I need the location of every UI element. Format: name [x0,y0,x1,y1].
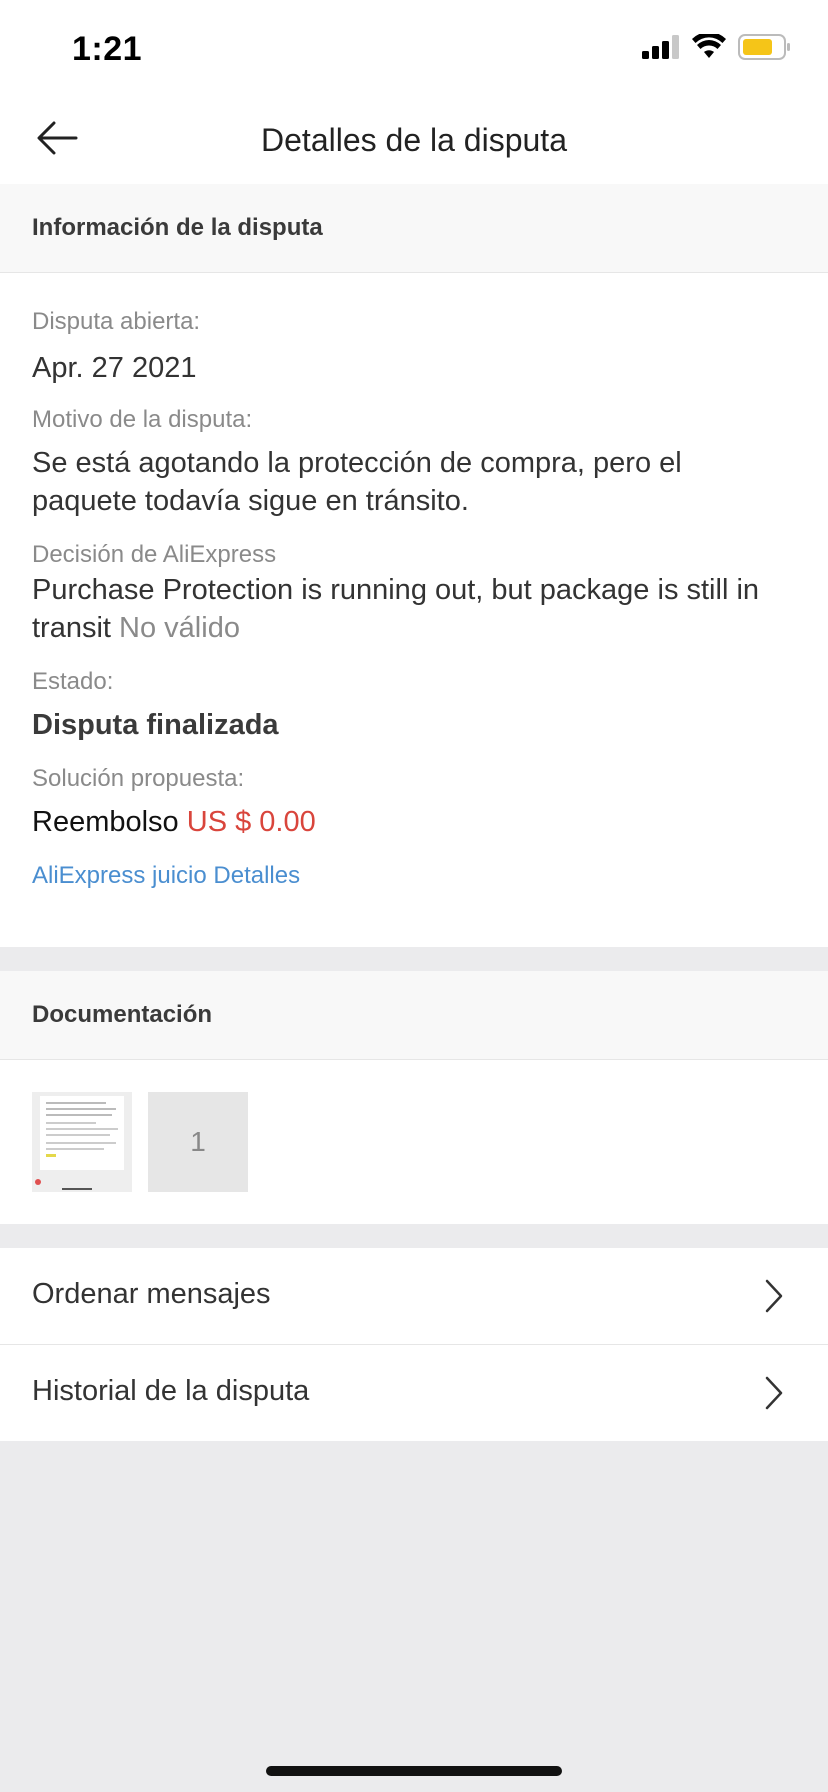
home-indicator[interactable] [266,1766,562,1776]
order-messages-label: Ordenar mensajes [32,1278,271,1310]
solution-amount: US $ 0.00 [186,806,316,838]
reason-value: Se está agotando la protección de compra… [32,447,682,517]
dispute-history-row[interactable]: Historial de la disputa [0,1345,828,1441]
reason-label: Motivo de la disputa: [32,406,253,433]
screen: 1:21 Detalles de la disputa Información … [0,0,828,1792]
decision-label: Decisión de AliExpress [32,541,277,568]
document-count-tile[interactable]: 1 [148,1092,248,1192]
documentation-header: Documentación [0,971,828,1060]
status-icons [642,34,792,60]
documentation-title: Documentación [32,1001,213,1028]
page-title: Detalles de la disputa [261,122,567,158]
opened-value: Apr. 27 2021 [32,352,197,384]
wifi-icon [692,34,726,58]
decision-status: No válido [119,612,240,644]
dispute-info-card: Disputa abierta: Apr. 27 2021 Motivo de … [0,273,828,947]
decision-value: Purchase Protection is running out, but … [32,571,788,647]
document-thumbnail[interactable] [32,1092,132,1192]
dispute-info-header: Información de la disputa [0,184,828,273]
solution-prefix: Reembolso [32,806,179,838]
battery-icon [738,34,790,60]
chevron-right-icon [765,1279,783,1313]
documentation-card: 1 [0,1060,828,1224]
state-label: Estado: [32,668,114,695]
solution-label: Solución propuesta: [32,765,245,792]
dispute-info-title: Información de la disputa [32,214,323,241]
status-bar: 1:21 [0,0,828,92]
order-messages-row[interactable]: Ordenar mensajes [0,1248,828,1344]
nav-bar: Detalles de la disputa [0,92,828,184]
solution-value: Reembolso US $ 0.00 [32,803,788,841]
chevron-right-icon [765,1376,783,1410]
judgment-details-link[interactable]: AliExpress juicio Detalles [32,862,300,890]
dispute-history-label: Historial de la disputa [32,1375,310,1407]
signal-icon [642,35,679,59]
opened-label: Disputa abierta: [32,308,201,335]
status-time: 1:21 [72,30,143,68]
state-value: Disputa finalizada [32,709,279,741]
document-preview-image [32,1092,132,1192]
